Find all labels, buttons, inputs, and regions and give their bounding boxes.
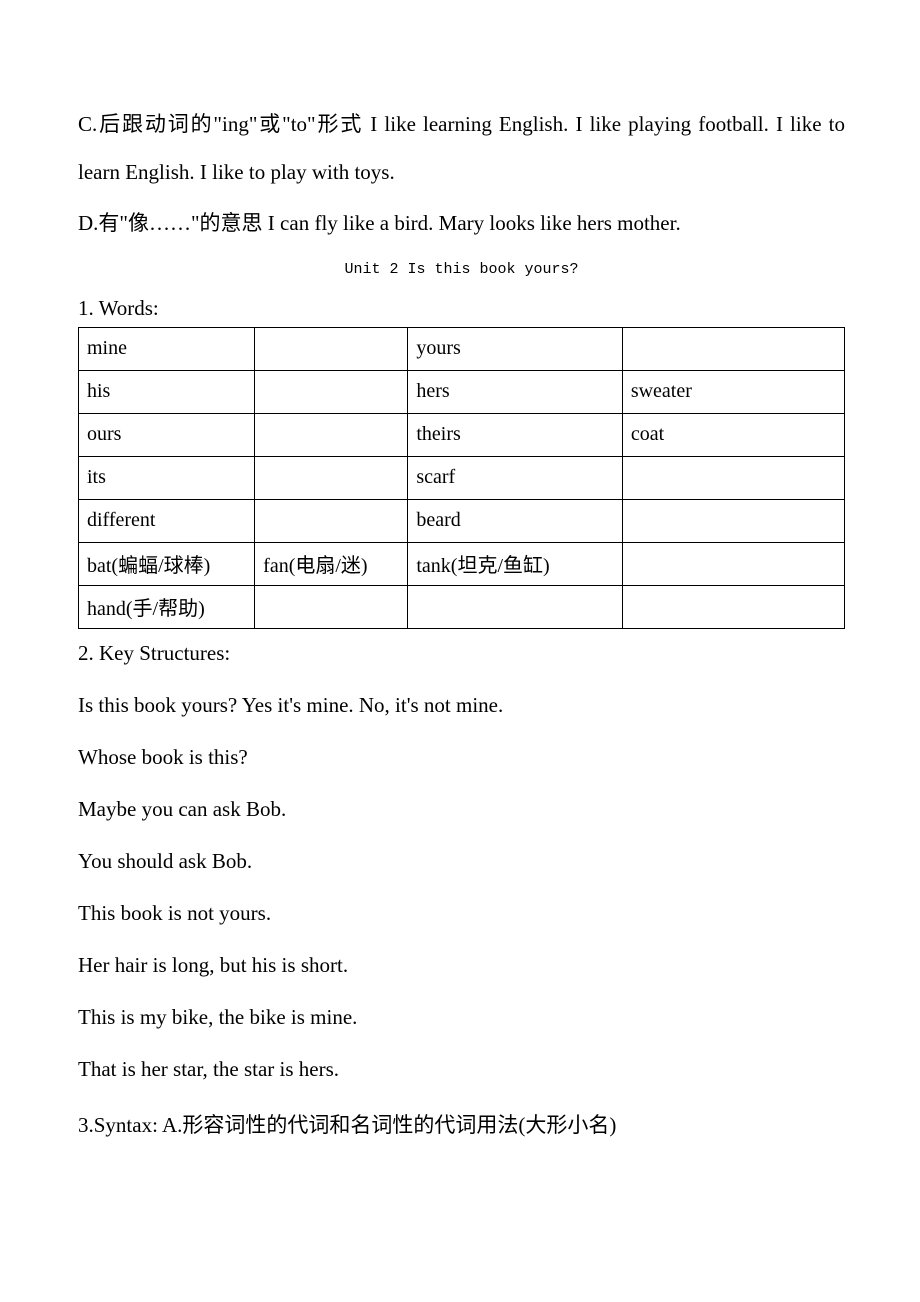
syntax-line: 3.Syntax: A.形容词性的代词和名词性的代词用法(大形小名) — [78, 1109, 845, 1139]
key-structures-label: 2. Key Structures: — [78, 641, 845, 666]
ks-line: That is her star, the star is hers. — [78, 1057, 845, 1082]
table-cell: mine — [79, 327, 255, 370]
ks-line: This is my bike, the bike is mine. — [78, 1005, 845, 1030]
table-row: different beard — [79, 499, 845, 542]
table-cell — [622, 585, 844, 628]
words-table: mine yours his hers sweater ours theirs … — [78, 327, 845, 629]
ks-line: Her hair is long, but his is short. — [78, 953, 845, 978]
table-cell: bat(蝙蝠/球棒) — [79, 542, 255, 585]
table-cell — [622, 542, 844, 585]
table-cell — [622, 499, 844, 542]
unit-title: Unit 2 Is this book yours? — [78, 261, 845, 278]
table-cell — [255, 327, 408, 370]
table-row: bat(蝙蝠/球棒) fan(电扇/迷) tank(坦克/鱼缸) — [79, 542, 845, 585]
page: C.后跟动词的"ing"或"to"形式 I like learning Engl… — [0, 0, 920, 1246]
table-cell — [408, 585, 622, 628]
table-row: ours theirs coat — [79, 413, 845, 456]
table-cell: fan(电扇/迷) — [255, 542, 408, 585]
table-cell: yours — [408, 327, 622, 370]
ks-line: Is this book yours? Yes it's mine. No, i… — [78, 693, 845, 718]
ks-line: Whose book is this? — [78, 745, 845, 770]
table-row: his hers sweater — [79, 370, 845, 413]
table-cell: its — [79, 456, 255, 499]
paragraph-c: C.后跟动词的"ing"或"to"形式 I like learning Engl… — [78, 100, 845, 197]
table-cell: hers — [408, 370, 622, 413]
table-cell — [622, 456, 844, 499]
table-cell: sweater — [622, 370, 844, 413]
ks-line: This book is not yours. — [78, 901, 845, 926]
table-cell: beard — [408, 499, 622, 542]
table-cell: hand(手/帮助) — [79, 585, 255, 628]
table-cell: coat — [622, 413, 844, 456]
table-cell: different — [79, 499, 255, 542]
table-cell: tank(坦克/鱼缸) — [408, 542, 622, 585]
table-row: hand(手/帮助) — [79, 585, 845, 628]
table-cell — [622, 327, 844, 370]
words-label: 1. Words: — [78, 296, 845, 321]
table-row: its scarf — [79, 456, 845, 499]
ks-line: Maybe you can ask Bob. — [78, 797, 845, 822]
table-cell — [255, 499, 408, 542]
table-cell: theirs — [408, 413, 622, 456]
table-cell: ours — [79, 413, 255, 456]
table-row: mine yours — [79, 327, 845, 370]
paragraph-d: D.有"像……"的意思 I can fly like a bird. Mary … — [78, 199, 845, 247]
table-cell: scarf — [408, 456, 622, 499]
ks-line: You should ask Bob. — [78, 849, 845, 874]
table-cell: his — [79, 370, 255, 413]
table-cell — [255, 413, 408, 456]
table-cell — [255, 456, 408, 499]
table-cell — [255, 585, 408, 628]
table-cell — [255, 370, 408, 413]
